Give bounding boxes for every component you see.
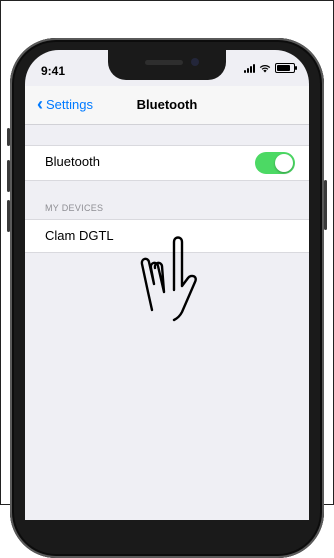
page-title: Bluetooth [136, 97, 198, 112]
bluetooth-row: Bluetooth [25, 145, 309, 181]
status-time: 9:41 [41, 64, 66, 78]
bluetooth-label: Bluetooth [45, 154, 100, 169]
front-camera [191, 58, 199, 66]
side-button-left-1 [7, 128, 10, 146]
toggle-knob [275, 154, 293, 172]
battery-icon [275, 63, 297, 73]
section-header-my-devices: MY DEVICES [45, 203, 104, 213]
bluetooth-toggle[interactable] [255, 152, 295, 174]
side-button-right [324, 180, 327, 230]
hand-pointer-icon [140, 236, 197, 322]
status-icons [244, 63, 297, 73]
navigation-bar: ‹ Settings Bluetooth [25, 86, 309, 125]
side-button-left-2 [7, 160, 10, 192]
notch [108, 50, 226, 80]
signal-icon [244, 63, 255, 73]
wifi-icon [259, 64, 271, 72]
device-name: Clam DGTL [45, 228, 114, 243]
speaker [145, 60, 183, 65]
side-button-left-3 [7, 200, 10, 232]
